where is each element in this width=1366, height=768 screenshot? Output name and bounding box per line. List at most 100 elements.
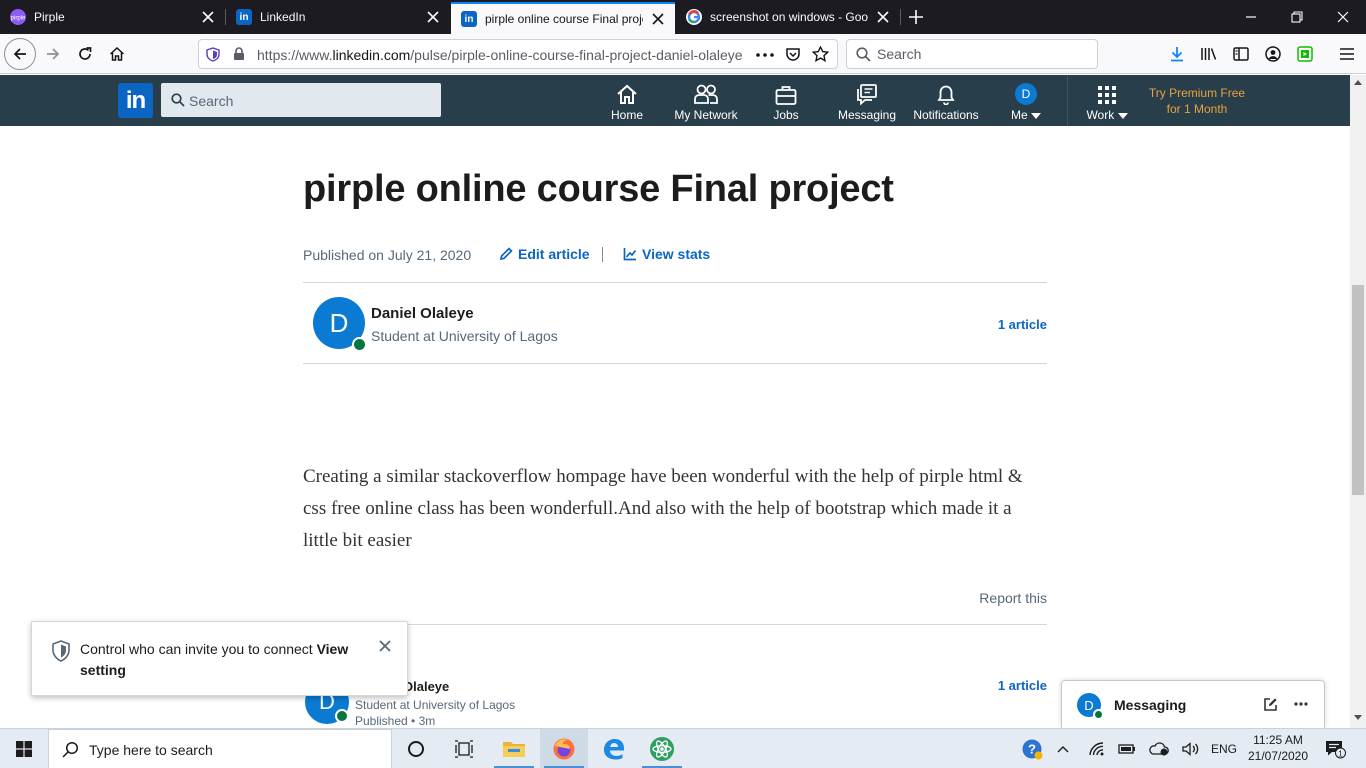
nav-home[interactable]: Home — [601, 75, 653, 126]
restore-button[interactable] — [1274, 0, 1320, 34]
cortana-button[interactable] — [392, 729, 440, 768]
folder-icon — [503, 742, 525, 757]
compose-icon[interactable] — [1263, 697, 1278, 712]
footer-articles-link[interactable]: 1 article — [960, 678, 1047, 693]
help-tray-button[interactable]: ? — [1018, 729, 1046, 768]
edge-app[interactable] — [590, 729, 638, 768]
taskbar-search-input[interactable] — [89, 741, 379, 759]
forward-button[interactable] — [37, 38, 69, 70]
account-icon — [1265, 46, 1281, 62]
published-date: Published on July 21, 2020 — [303, 247, 472, 263]
pocket-icon[interactable] — [785, 46, 801, 62]
tracking-protection-icon[interactable] — [206, 47, 220, 62]
sidebar-button[interactable] — [1225, 38, 1257, 70]
back-button[interactable] — [4, 38, 36, 70]
input-language-button[interactable]: ENG — [1208, 729, 1240, 768]
nav-jobs[interactable]: Jobs — [762, 75, 810, 126]
try-premium-link[interactable]: Try Premium Free for 1 Month — [1138, 85, 1256, 117]
online-status-indicator — [335, 709, 349, 723]
cortana-icon — [408, 741, 424, 757]
account-button[interactable] — [1257, 38, 1289, 70]
windows-logo-icon — [16, 741, 32, 757]
start-button[interactable] — [0, 729, 48, 768]
lock-icon[interactable] — [233, 47, 245, 61]
view-stats-link[interactable]: View stats — [623, 246, 710, 262]
page-scrollbar[interactable] — [1350, 75, 1366, 728]
divider — [303, 282, 1047, 283]
battery-tray-button[interactable] — [1116, 729, 1138, 768]
onedrive-tray-button[interactable] — [1148, 729, 1170, 768]
messaging-panel[interactable]: D Messaging — [1061, 680, 1325, 728]
grid-icon — [1098, 86, 1116, 104]
messaging-label[interactable]: Messaging — [1114, 697, 1186, 713]
more-options-icon[interactable] — [1294, 702, 1308, 706]
author-name[interactable]: Daniel Olaleye — [371, 305, 474, 322]
arrow-right-icon — [47, 48, 60, 60]
divider — [303, 624, 1047, 625]
online-status-indicator — [352, 337, 367, 352]
library-button[interactable] — [1193, 38, 1225, 70]
notification-icon: 1 — [1326, 741, 1346, 759]
browser-search-box[interactable] — [846, 39, 1098, 69]
volume-tray-button[interactable] — [1180, 729, 1202, 768]
tab-pirple[interactable]: pirple Pirple — [0, 0, 225, 34]
linkedin-search-input[interactable] — [189, 92, 429, 110]
tab-linkedin[interactable]: in LinkedIn — [226, 0, 450, 34]
close-window-button[interactable] — [1320, 0, 1366, 34]
close-icon[interactable] — [377, 638, 393, 654]
hamburger-icon — [1340, 48, 1354, 60]
close-tab-icon[interactable] — [876, 10, 890, 24]
show-hidden-icons-button[interactable] — [1052, 729, 1074, 768]
home-button[interactable] — [101, 38, 133, 70]
close-tab-icon[interactable] — [651, 12, 665, 26]
bell-icon — [937, 85, 955, 105]
scrollbar-thumb[interactable] — [1352, 285, 1364, 495]
minimize-button[interactable] — [1228, 0, 1274, 34]
nav-messaging[interactable]: Messaging — [836, 75, 898, 126]
browser-search-input[interactable] — [877, 45, 1087, 63]
browser-toolbar: https://www.linkedin.com/pulse/pirple-on… — [0, 34, 1366, 74]
nav-my-network[interactable]: My Network — [668, 75, 744, 126]
tab-article[interactable]: in pirple online course Final proje — [451, 2, 675, 34]
footer-author-name[interactable]: Olaleye — [403, 679, 449, 694]
nav-notifications[interactable]: Notifications — [908, 75, 984, 126]
taskbar-search-box[interactable] — [48, 729, 392, 768]
article-body: Creating a similar stackoverflow hompage… — [303, 466, 1023, 551]
atom-app[interactable] — [638, 729, 686, 768]
file-explorer-app[interactable] — [490, 729, 538, 768]
url-text[interactable]: https://www.linkedin.com/pulse/pirple-on… — [257, 47, 747, 63]
edit-article-link[interactable]: Edit article — [499, 246, 590, 262]
toast-message: Control who can invite you to connect Vi… — [80, 641, 349, 678]
extension-button[interactable] — [1289, 38, 1321, 70]
nav-me[interactable]: D Me — [1002, 75, 1050, 126]
star-icon[interactable] — [812, 46, 829, 62]
tab-title: pirple online course Final proje — [485, 12, 643, 26]
linkedin-search-box[interactable] — [161, 83, 441, 117]
tab-google[interactable]: screenshot on windows - Goog — [676, 0, 900, 34]
network-tray-button[interactable] — [1086, 729, 1108, 768]
downloads-button[interactable] — [1161, 38, 1193, 70]
nav-work[interactable]: Work — [1079, 75, 1135, 126]
tab-title: screenshot on windows - Goog — [710, 10, 868, 24]
search-icon — [171, 93, 185, 107]
address-bar[interactable]: https://www.linkedin.com/pulse/pirple-on… — [198, 39, 838, 69]
speaker-icon — [1182, 742, 1199, 756]
firefox-app[interactable] — [540, 729, 588, 768]
nav-work-label: Work — [1086, 108, 1115, 122]
report-link[interactable]: Report this — [947, 590, 1047, 606]
page-actions-icon[interactable] — [756, 53, 774, 57]
footer-published: Published • 3m — [355, 714, 436, 728]
extension-icon — [1297, 46, 1313, 62]
task-view-button[interactable] — [440, 729, 488, 768]
close-tab-icon[interactable] — [426, 10, 440, 24]
new-tab-button[interactable] — [893, 0, 939, 34]
action-center-button[interactable]: 1 — [1320, 729, 1350, 768]
author-articles-link[interactable]: 1 article — [960, 317, 1047, 332]
reload-button[interactable] — [69, 38, 101, 70]
header-divider — [1067, 75, 1068, 126]
close-tab-icon[interactable] — [201, 10, 215, 24]
menu-button[interactable] — [1331, 38, 1363, 70]
linkedin-logo[interactable]: in — [118, 83, 153, 118]
system-clock[interactable]: 11:25 AM 21/07/2020 — [1246, 732, 1310, 764]
linkedin-icon: in — [236, 9, 252, 25]
